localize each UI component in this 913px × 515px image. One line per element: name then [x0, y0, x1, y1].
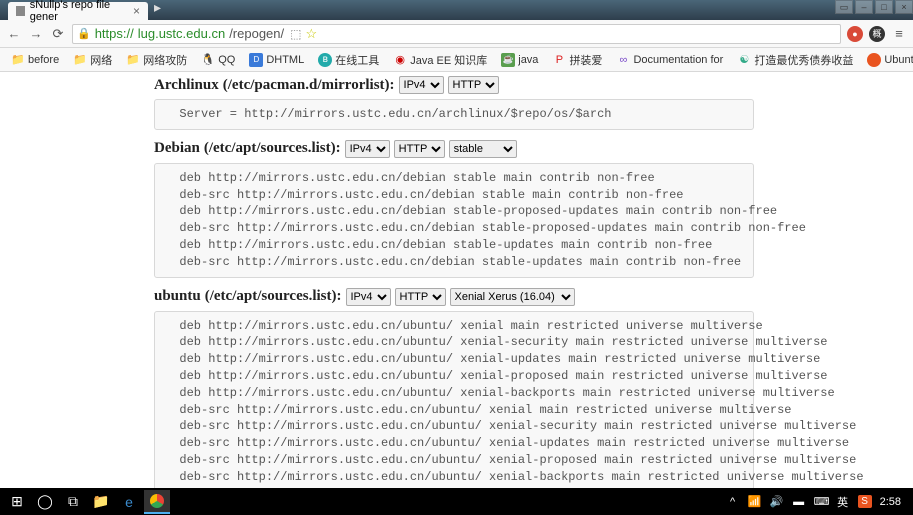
url-bar[interactable]: 🔒 https:// lug.ustc.edu.cn/repogen/ ⬚ ☆ — [72, 24, 841, 44]
proto-select[interactable]: HTTP — [448, 76, 499, 94]
clock[interactable]: 2:58 — [880, 496, 901, 508]
tray-chevron-icon[interactable]: ^ — [726, 496, 740, 508]
start-button[interactable]: ⊞ — [4, 490, 30, 514]
volume-icon[interactable]: 🔊 — [770, 495, 784, 508]
menu-button[interactable]: ≡ — [891, 26, 907, 42]
dhtml-icon: D — [249, 53, 263, 67]
section-path: (/etc/apt/sources.list): — [204, 140, 341, 157]
java-icon: ◉ — [393, 53, 407, 67]
release-select[interactable]: stable — [449, 140, 517, 158]
forward-button[interactable]: → — [28, 26, 44, 42]
bookmark-item[interactable]: ☯打造最优秀债券收益 — [732, 50, 858, 70]
bookmark-item[interactable]: DDHTML — [244, 51, 309, 69]
page-icon — [16, 6, 25, 16]
bookmark-item[interactable]: в在线工具 — [313, 50, 384, 70]
proto-select[interactable]: HTTP — [395, 288, 446, 306]
section-path: (/etc/pacman.d/mirrorlist): — [223, 77, 395, 94]
url-path: /repogen/ — [229, 26, 284, 41]
new-tab-button[interactable]: ▸ — [154, 0, 161, 20]
keyboard-icon[interactable]: ⌨ — [814, 495, 828, 508]
section-title: ubuntu — [154, 288, 201, 305]
battery-icon[interactable]: ▬ — [792, 496, 806, 508]
tool-icon: в — [318, 53, 332, 67]
puzzle-icon: P — [552, 53, 566, 67]
bookmark-item[interactable]: ∞Documentation for — [611, 51, 728, 69]
chrome-icon[interactable] — [144, 490, 170, 514]
bookmark-item[interactable]: Ubuntu – Ubuntu P — [862, 51, 913, 69]
ubuntu-section: ubuntu (/etc/apt/sources.list): IPv4 HTT… — [154, 288, 754, 490]
arch-section: Archlinux (/etc/pacman.d/mirrorlist): IP… — [154, 76, 754, 130]
bookmark-item[interactable]: ☕java — [496, 51, 543, 69]
section-path: (/etc/apt/sources.list): — [205, 288, 342, 305]
edge-icon[interactable]: e — [116, 490, 142, 514]
close-window-button[interactable]: × — [895, 0, 913, 14]
arch-code: Server = http://mirrors.ustc.edu.cn/arch… — [154, 99, 754, 130]
namespace-button[interactable]: ▭ — [835, 0, 853, 14]
bookmark-item[interactable]: P拼装爱 — [547, 50, 607, 70]
reload-button[interactable]: ⟳ — [50, 26, 66, 42]
bookmark-item[interactable]: ◉Java EE 知识库 — [388, 50, 492, 70]
ime-icon[interactable]: 英 — [836, 494, 850, 510]
address-bar-row: ← → ⟳ 🔒 https:// lug.ustc.edu.cn/repogen/… — [0, 20, 913, 48]
maximize-button[interactable]: □ — [875, 0, 893, 14]
qq-icon: 🐧 — [201, 53, 215, 67]
page-content: Archlinux (/etc/pacman.d/mirrorlist): IP… — [0, 72, 913, 490]
folder-icon: 📁 — [126, 53, 140, 67]
section-title: Debian — [154, 140, 200, 157]
release-select[interactable]: Xenial Xerus (16.04) — [450, 288, 575, 306]
file-explorer-icon[interactable]: 📁 — [88, 490, 114, 514]
sogou-icon[interactable]: S — [858, 495, 872, 508]
section-title: Archlinux — [154, 77, 219, 94]
taskbar: ⊞ ◯ ⧉ 📁 e ^ 📶 🔊 ▬ ⌨ 英 S 2:58 — [0, 488, 913, 515]
bookmark-item[interactable]: 📁网络攻防 — [121, 50, 192, 70]
tab-title: sNullp's repo file gener — [30, 0, 128, 23]
browser-tab[interactable]: sNullp's repo file gener × — [8, 2, 148, 20]
url-domain: lug.ustc.edu.cn — [138, 26, 225, 41]
proto-select[interactable]: HTTP — [394, 140, 445, 158]
debian-section: Debian (/etc/apt/sources.list): IPv4 HTT… — [154, 140, 754, 278]
vs-icon: ∞ — [616, 53, 630, 67]
close-tab-icon[interactable]: × — [133, 4, 140, 18]
ipv-select[interactable]: IPv4 — [346, 288, 391, 306]
extension-icon-1[interactable]: ● — [847, 26, 863, 42]
java2-icon: ☕ — [501, 53, 515, 67]
wifi-icon[interactable]: 📶 — [748, 495, 762, 508]
bookmark-bar: 📁before 📁网络 📁网络攻防 🐧QQ DDHTML в在线工具 ◉Java… — [0, 48, 913, 72]
back-button[interactable]: ← — [6, 26, 22, 42]
bookmark-item[interactable]: 📁before — [6, 51, 64, 69]
url-scheme: https:// — [95, 26, 134, 41]
ipv-select[interactable]: IPv4 — [399, 76, 444, 94]
minimize-button[interactable]: – — [855, 0, 873, 14]
lock-icon: 🔒 — [77, 27, 91, 40]
translate-icon[interactable]: ⬚ — [290, 27, 301, 41]
extension-icon-2[interactable]: 概 — [869, 26, 885, 42]
task-view-button[interactable]: ⧉ — [60, 490, 86, 514]
debian-code: deb http://mirrors.ustc.edu.cn/debian st… — [154, 163, 754, 278]
cn-icon: ☯ — [737, 53, 751, 67]
bookmark-item[interactable]: 📁网络 — [68, 50, 117, 70]
folder-icon: 📁 — [73, 53, 87, 67]
ipv-select[interactable]: IPv4 — [345, 140, 390, 158]
folder-icon: 📁 — [11, 53, 25, 67]
cortana-button[interactable]: ◯ — [32, 490, 58, 514]
star-icon[interactable]: ☆ — [305, 26, 317, 42]
ubuntu-code: deb http://mirrors.ustc.edu.cn/ubuntu/ x… — [154, 311, 754, 490]
ubuntu-icon — [867, 53, 881, 67]
bookmark-item[interactable]: 🐧QQ — [196, 51, 240, 69]
browser-tab-row: sNullp's repo file gener × ▸ ▭ – □ × — [0, 0, 913, 20]
